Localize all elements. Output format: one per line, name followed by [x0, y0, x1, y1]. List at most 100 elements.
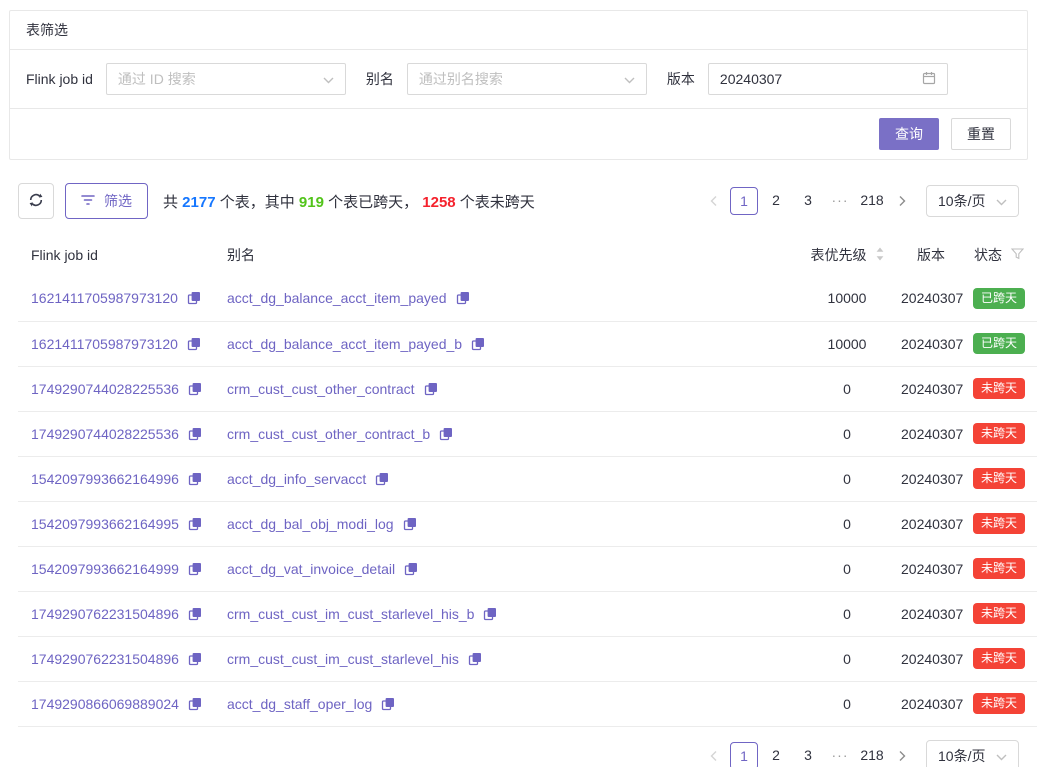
- pagination-page[interactable]: 2: [762, 187, 790, 215]
- status-badge: 未跨天: [973, 513, 1025, 534]
- filter-funnel-icon[interactable]: [1011, 247, 1024, 263]
- copy-icon[interactable]: [404, 562, 418, 576]
- table-row: 1749290744028225536 crm_cust_cust_other_…: [18, 366, 1037, 411]
- alias-text: acct_dg_bal_obj_modi_log: [227, 516, 394, 532]
- pagination-prev[interactable]: [702, 742, 726, 767]
- pagination-page[interactable]: 1: [730, 742, 758, 767]
- copy-icon[interactable]: [188, 652, 202, 666]
- header-version: 版本: [901, 233, 961, 276]
- copy-icon[interactable]: [188, 697, 202, 711]
- copy-icon[interactable]: [375, 472, 389, 486]
- page-size-value: 10条/页: [938, 191, 985, 211]
- alias-link[interactable]: acct_dg_info_servacct: [227, 471, 389, 487]
- alias-select[interactable]: 通过别名搜索: [407, 63, 647, 95]
- pagination-next[interactable]: [890, 187, 914, 215]
- copy-icon[interactable]: [403, 517, 417, 531]
- filter-card: 表筛选 Flink job id 通过 ID 搜索 别名 通过别名搜索: [9, 10, 1028, 160]
- alias-link[interactable]: acct_dg_vat_invoice_detail: [227, 561, 418, 577]
- job-id-link[interactable]: 1749290866069889024: [31, 696, 202, 712]
- query-button[interactable]: 查询: [879, 118, 939, 150]
- alias-link[interactable]: crm_cust_cust_im_cust_starlevel_his: [227, 651, 482, 667]
- pagination-page[interactable]: 218: [858, 187, 886, 215]
- refresh-button[interactable]: [18, 183, 54, 219]
- pagination-ellipsis[interactable]: ···: [826, 742, 854, 767]
- version-date-input[interactable]: 20240307: [708, 63, 948, 95]
- page-size-select[interactable]: 10条/页: [926, 740, 1019, 767]
- copy-icon[interactable]: [381, 697, 395, 711]
- job-id-link[interactable]: 1621411705987973120: [31, 336, 201, 352]
- alias-link[interactable]: acct_dg_balance_acct_item_payed_b: [227, 336, 485, 352]
- version-value: 20240307: [901, 696, 963, 712]
- alias-link[interactable]: crm_cust_cust_other_contract_b: [227, 426, 453, 442]
- pagination-page[interactable]: 2: [762, 742, 790, 767]
- copy-icon[interactable]: [188, 517, 202, 531]
- job-id-link[interactable]: 1542097993662164999: [31, 561, 202, 577]
- pagination-prev[interactable]: [702, 187, 726, 215]
- job-id-link[interactable]: 1749290762231504896: [31, 651, 202, 667]
- alias-text: acct_dg_staff_oper_log: [227, 696, 372, 712]
- page-size-select[interactable]: 10条/页: [926, 185, 1019, 217]
- chevron-down-icon: [323, 71, 334, 87]
- crossed-count: 919: [299, 194, 324, 211]
- flink-job-id-placeholder: 通过 ID 搜索: [118, 69, 196, 89]
- priority-cell: 10000: [793, 276, 901, 321]
- copy-icon[interactable]: [471, 337, 485, 351]
- alias-link[interactable]: crm_cust_cust_im_cust_starlevel_his_b: [227, 606, 497, 622]
- copy-icon[interactable]: [188, 562, 202, 576]
- filter-toggle-button[interactable]: 筛选: [65, 183, 148, 219]
- alias-link[interactable]: acct_dg_staff_oper_log: [227, 696, 395, 712]
- status-cell: 未跨天: [961, 681, 1037, 726]
- table-row: 1749290762231504896 crm_cust_cust_im_cus…: [18, 591, 1037, 636]
- header-priority[interactable]: 表优先级: [793, 233, 901, 276]
- refresh-icon: [28, 192, 44, 211]
- priority-cell: 0: [793, 366, 901, 411]
- table-toolbar: 筛选 共 2177 个表，其中 919 个表已跨天， 1258 个表未跨天 12…: [9, 183, 1019, 219]
- flink-job-id-select[interactable]: 通过 ID 搜索: [106, 63, 346, 95]
- pagination-page[interactable]: 218: [858, 742, 886, 767]
- reset-button[interactable]: 重置: [951, 118, 1011, 150]
- alias-link[interactable]: acct_dg_balance_acct_item_payed: [227, 290, 470, 306]
- priority-cell: 10000: [793, 321, 901, 366]
- chevron-down-icon: [996, 193, 1007, 209]
- pagination-ellipsis[interactable]: ···: [826, 187, 854, 215]
- copy-icon[interactable]: [456, 291, 470, 305]
- copy-icon[interactable]: [187, 291, 201, 305]
- alias-label: 别名: [366, 69, 394, 89]
- job-id-link[interactable]: 1749290744028225536: [31, 381, 202, 397]
- version-cell: 20240307: [901, 456, 961, 501]
- job-id-cell: 1749290762231504896: [18, 636, 214, 681]
- alias-link[interactable]: crm_cust_cust_other_contract: [227, 381, 438, 397]
- pagination-page[interactable]: 3: [794, 187, 822, 215]
- filter-toggle-label: 筛选: [104, 191, 132, 211]
- job-id-link[interactable]: 1749290744028225536: [31, 426, 202, 442]
- pagination-page[interactable]: 1: [730, 187, 758, 215]
- job-id-link[interactable]: 1542097993662164995: [31, 516, 202, 532]
- copy-icon[interactable]: [188, 472, 202, 486]
- status-badge: 未跨天: [973, 648, 1025, 669]
- pagination-page[interactable]: 3: [794, 742, 822, 767]
- job-id-text: 1749290762231504896: [31, 651, 179, 667]
- version-cell: 20240307: [901, 501, 961, 546]
- flink-job-id-label: Flink job id: [26, 71, 93, 87]
- job-id-link[interactable]: 1621411705987973120: [31, 290, 201, 306]
- copy-icon[interactable]: [188, 607, 202, 621]
- job-id-link[interactable]: 1542097993662164996: [31, 471, 202, 487]
- page-size-value: 10条/页: [938, 746, 985, 766]
- status-cell: 未跨天: [961, 636, 1037, 681]
- copy-icon[interactable]: [188, 427, 202, 441]
- copy-icon[interactable]: [424, 382, 438, 396]
- pagination-next[interactable]: [890, 742, 914, 767]
- sort-icon[interactable]: [876, 247, 884, 264]
- alias-link[interactable]: acct_dg_bal_obj_modi_log: [227, 516, 417, 532]
- copy-icon[interactable]: [188, 382, 202, 396]
- alias-cell: acct_dg_balance_acct_item_payed: [214, 276, 793, 321]
- priority-value: 0: [843, 381, 851, 397]
- job-id-link[interactable]: 1749290762231504896: [31, 606, 202, 622]
- version-cell: 20240307: [901, 636, 961, 681]
- chevron-down-icon: [624, 71, 635, 87]
- copy-icon[interactable]: [468, 652, 482, 666]
- copy-icon[interactable]: [439, 427, 453, 441]
- copy-icon[interactable]: [483, 607, 497, 621]
- copy-icon[interactable]: [187, 337, 201, 351]
- header-status[interactable]: 状态: [961, 233, 1037, 276]
